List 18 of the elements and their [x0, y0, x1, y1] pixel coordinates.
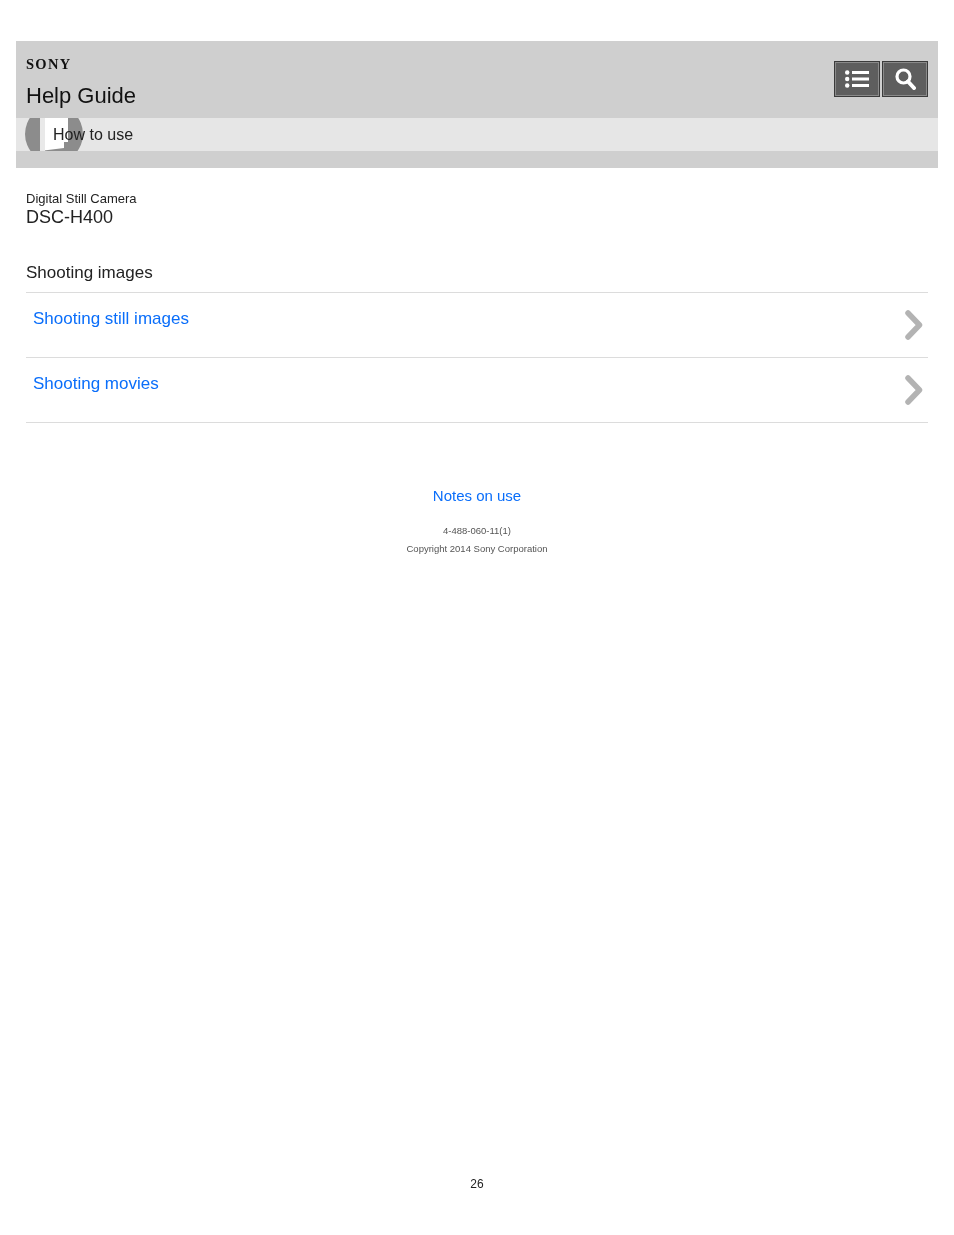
section-heading: Shooting images [26, 263, 928, 293]
brand-logo: SONY [26, 57, 73, 72]
chevron-icon [905, 374, 923, 405]
menu-button[interactable] [834, 61, 880, 97]
breadcrumb-link[interactable]: How to use [53, 124, 134, 145]
product-category: Digital Still Camera [26, 191, 138, 207]
menu-icon [845, 70, 869, 88]
search-icon [894, 68, 916, 90]
document-code: 4-488-060-11(1) [443, 524, 511, 537]
chevron-icon [905, 309, 923, 340]
topic-link[interactable]: Shooting movies [26, 357, 928, 423]
topic-link[interactable]: Shooting still images [26, 292, 928, 358]
search-button[interactable] [882, 61, 928, 97]
page-number: 26 [470, 1176, 484, 1191]
page-title: Help Guide [26, 84, 137, 107]
product-model: DSC-H400 [26, 207, 115, 228]
notes-link[interactable]: Notes on use [432, 486, 522, 504]
copyright-text: Copyright 2014 Sony Corporation [406, 543, 548, 555]
